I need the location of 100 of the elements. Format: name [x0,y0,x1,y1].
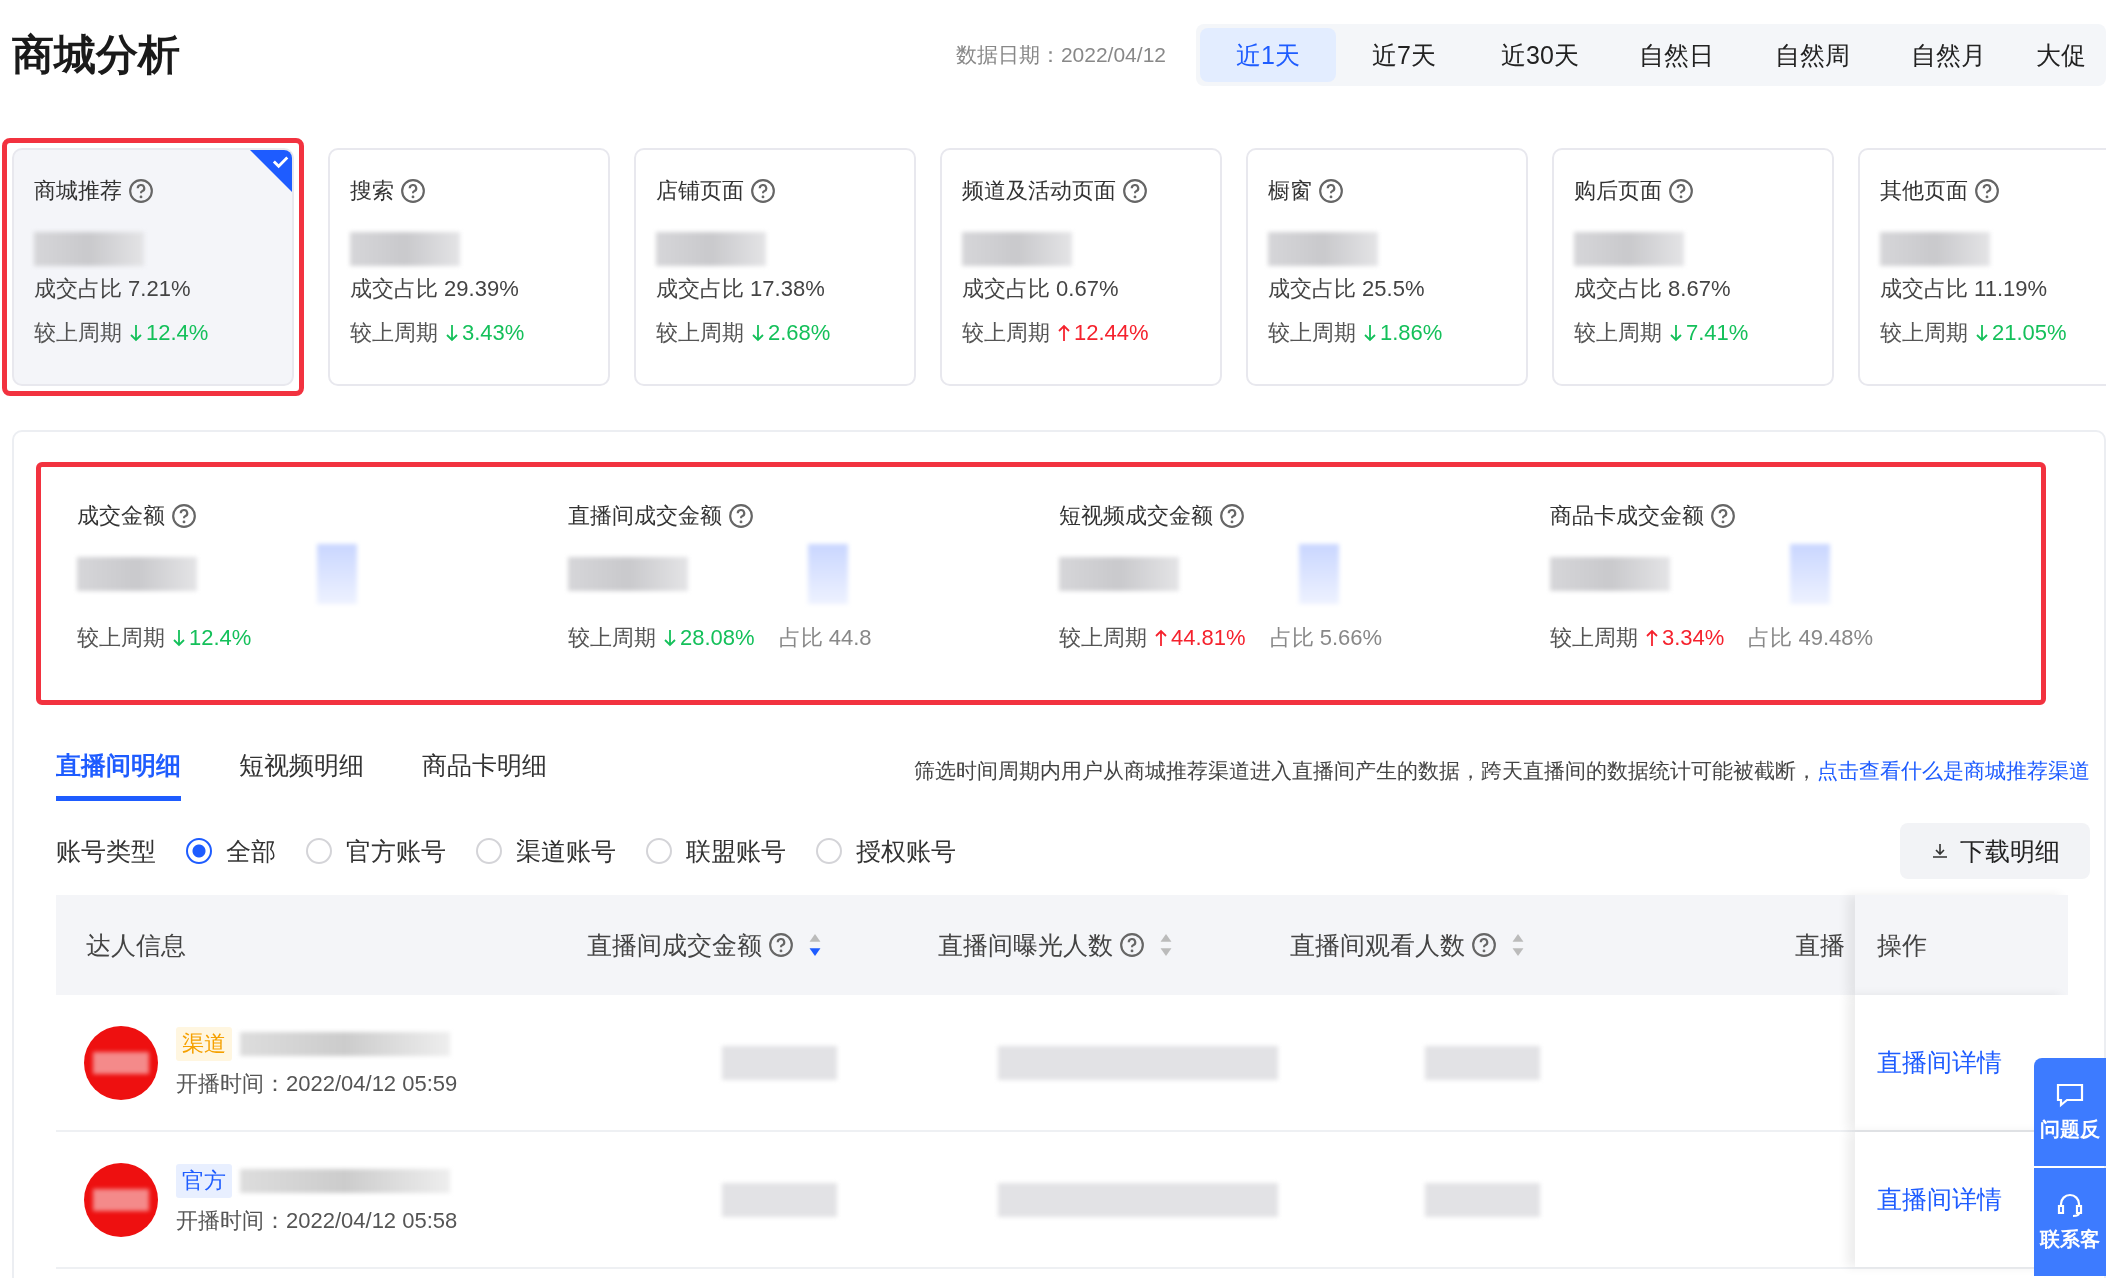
column-header: 直播间成交金额 [587,929,762,961]
metric-label: 商品卡成交金额 [1550,502,1704,530]
column-header: 直播 [1795,929,1845,961]
account-tag: 官方 [176,1163,232,1198]
change-value: 44.81% [1171,625,1246,651]
help-icon[interactable] [1974,178,2000,204]
compare-label: 较上周期 [34,319,122,347]
start-time: 开播时间：2022/04/12 05:58 [176,1206,458,1235]
change-value: 12.4% [189,625,252,651]
range-tab[interactable]: 自然月 [1880,28,2016,82]
help-icon[interactable] [400,178,426,204]
column-header: 达人信息 [86,929,186,961]
compare-label: 较上周期 [350,319,438,347]
change-value: 28.08% [680,625,755,651]
help-icon[interactable] [750,178,776,204]
channel-card[interactable]: 搜索 成交占比 29.39% 较上周期 3.43% [328,148,610,386]
share-text: 占比 5.66% [1269,624,1383,652]
help-icon[interactable] [171,503,197,529]
radio-label[interactable]: 授权账号 [856,834,956,868]
help-link[interactable]: 点击查看什么是商城推荐渠道 [1817,757,2090,785]
blurred-chart [1790,544,1830,604]
channel-card[interactable]: 其他页面 成交占比 11.19% 较上周期 21.05% [1858,148,2106,386]
side-button[interactable]: 问题反 [2034,1058,2106,1166]
range-tab[interactable]: 大促 [2016,28,2106,82]
channel-card[interactable]: 店铺页面 成交占比 17.38% 较上周期 2.68% [634,148,916,386]
range-tab[interactable]: 近30天 [1472,28,1608,82]
share-text: 成交占比 17.38% [656,275,826,303]
change-value: 12.44% [1074,320,1149,346]
help-icon[interactable] [728,503,754,529]
change-value: 7.41% [1686,320,1749,346]
range-tab[interactable]: 自然周 [1744,28,1880,82]
compare-label: 较上周期 [1059,624,1147,652]
column-header: 直播间曝光人数 [938,929,1113,961]
card-label: 商城推荐 [34,177,122,205]
compare-label: 较上周期 [656,319,744,347]
compare-label: 较上周期 [1268,319,1356,347]
account-tag: 渠道 [176,1026,232,1061]
side-button[interactable]: 联系客 [2034,1168,2106,1276]
help-icon[interactable] [1471,932,1497,958]
help-icon[interactable] [1318,178,1344,204]
card-label: 频道及活动页面 [962,177,1116,205]
radio-label[interactable]: 联盟账号 [686,834,786,868]
range-tab[interactable]: 自然日 [1608,28,1744,82]
download-icon [1930,841,1950,861]
change-value: 2.68% [768,320,831,346]
help-icon[interactable] [1668,178,1694,204]
share-text: 成交占比 25.5% [1268,275,1426,303]
radio-label[interactable]: 渠道账号 [516,834,616,868]
filter-label: 账号类型 [56,835,156,867]
message-icon [2055,1081,2085,1108]
compare-label: 较上周期 [1574,319,1662,347]
column-header: 直播间观看人数 [1290,929,1465,961]
channel-card[interactable]: 橱窗 成交占比 25.5% 较上周期 1.86% [1246,148,1528,386]
notice-text: 筛选时间周期内用户从商城推荐渠道进入直播间产生的数据，跨天直播间的数据统计可能被截断， [914,758,1817,784]
column-header: 操作 [1877,929,1927,961]
blurred-chart [808,544,848,604]
card-label: 购后页面 [1574,177,1662,205]
change-value: 3.34% [1662,625,1725,651]
help-icon[interactable] [1119,932,1145,958]
sort-icon[interactable] [808,933,822,957]
share-text: 成交占比 7.21% [34,275,192,303]
page-title: 商城分析 [12,30,180,80]
card-label: 搜索 [350,177,394,205]
detail-tab[interactable]: 直播间明细 [56,741,181,801]
channel-card[interactable]: 购后页面 成交占比 8.67% 较上周期 7.41% [1552,148,1834,386]
radio-label[interactable]: 全部 [226,834,276,868]
share-text: 成交占比 29.39% [350,275,520,303]
blurred-chart [317,544,357,604]
change-value: 3.43% [462,320,525,346]
start-time: 开播时间：2022/04/12 05:59 [176,1069,458,1098]
card-label: 橱窗 [1268,177,1312,205]
detail-link[interactable]: 直播间详情 [1877,1183,2002,1216]
compare-label: 较上周期 [962,319,1050,347]
help-icon[interactable] [1219,503,1245,529]
data-date: 数据日期：2022/04/12 [955,42,1166,68]
channel-card[interactable]: 商城推荐 成交占比 7.21% 较上周期 12.4% [12,148,294,386]
compare-label: 较上周期 [568,624,656,652]
share-text: 占比 49.48% [1748,624,1874,652]
selected-check-icon [248,150,292,194]
help-icon[interactable] [1710,503,1736,529]
radio-button[interactable] [186,838,212,864]
channel-card[interactable]: 频道及活动页面 成交占比 0.67% 较上周期 12.44% [940,148,1222,386]
range-tab[interactable]: 近1天 [1200,28,1336,82]
card-label: 店铺页面 [656,177,744,205]
help-icon[interactable] [128,178,154,204]
help-icon[interactable] [768,932,794,958]
detail-tab[interactable]: 短视频明细 [239,741,364,801]
change-value: 21.05% [1992,320,2067,346]
metric-label: 成交金额 [77,502,165,530]
radio-label[interactable]: 官方账号 [346,834,446,868]
metric-label: 短视频成交金额 [1059,502,1213,530]
compare-label: 较上周期 [1550,624,1638,652]
card-label: 其他页面 [1880,177,1968,205]
help-icon[interactable] [1122,178,1148,204]
detail-link[interactable]: 直播间详情 [1877,1046,2002,1079]
detail-tab[interactable]: 商品卡明细 [422,741,547,801]
range-tab[interactable]: 近7天 [1336,28,1472,82]
download-button[interactable]: 下载明细 [1900,823,2090,879]
share-text: 成交占比 8.67% [1574,275,1732,303]
blurred-chart [1299,544,1339,604]
